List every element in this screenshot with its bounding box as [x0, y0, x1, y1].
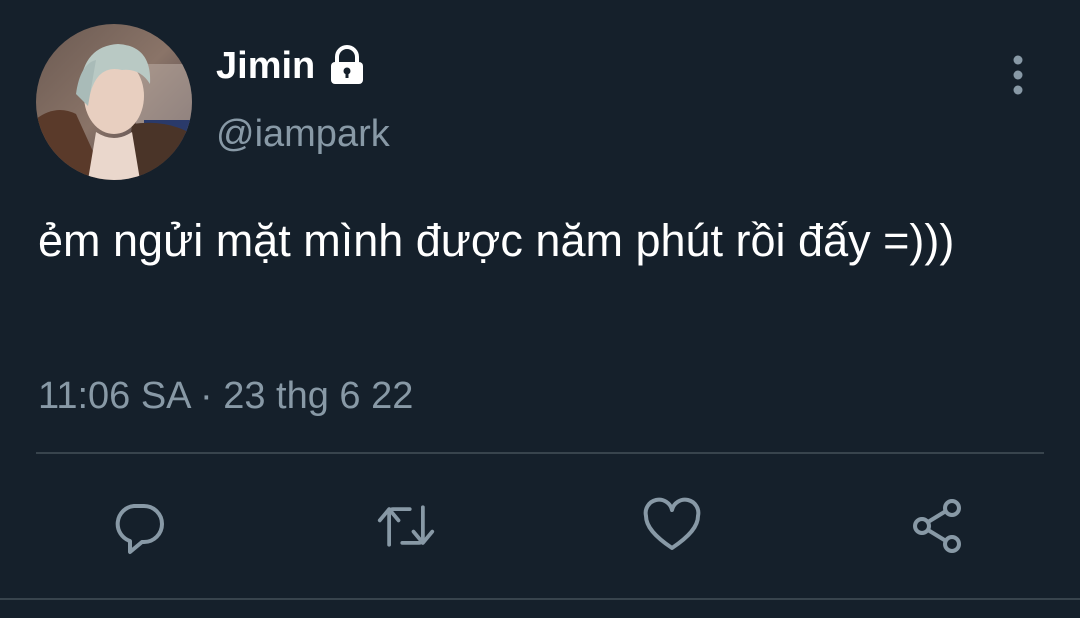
divider: [36, 452, 1044, 454]
share-button[interactable]: [908, 496, 968, 556]
avatar[interactable]: [36, 24, 192, 180]
tweet-timestamp[interactable]: 11:06 SA · 23 thg 6 22: [38, 372, 413, 420]
divider: [0, 598, 1080, 600]
like-button[interactable]: [642, 496, 702, 556]
more-vertical-icon: [1013, 55, 1023, 95]
display-name-text: Jimin: [216, 45, 316, 87]
reply-button[interactable]: [110, 496, 170, 556]
user-handle[interactable]: @iampark: [216, 110, 390, 158]
tweet-text: ẻm ngửi mặt mình được năm phút rồi đấy =…: [38, 215, 955, 266]
reply-icon: [115, 504, 164, 554]
more-options-button[interactable]: [996, 52, 1040, 98]
retweet-icon: [377, 505, 435, 547]
share-icon: [913, 499, 961, 553]
heart-icon: [643, 497, 701, 550]
lock-icon: [325, 44, 369, 88]
retweet-button[interactable]: [376, 496, 436, 556]
avatar-photo: [36, 24, 192, 180]
display-name[interactable]: Jimin: [216, 42, 369, 90]
